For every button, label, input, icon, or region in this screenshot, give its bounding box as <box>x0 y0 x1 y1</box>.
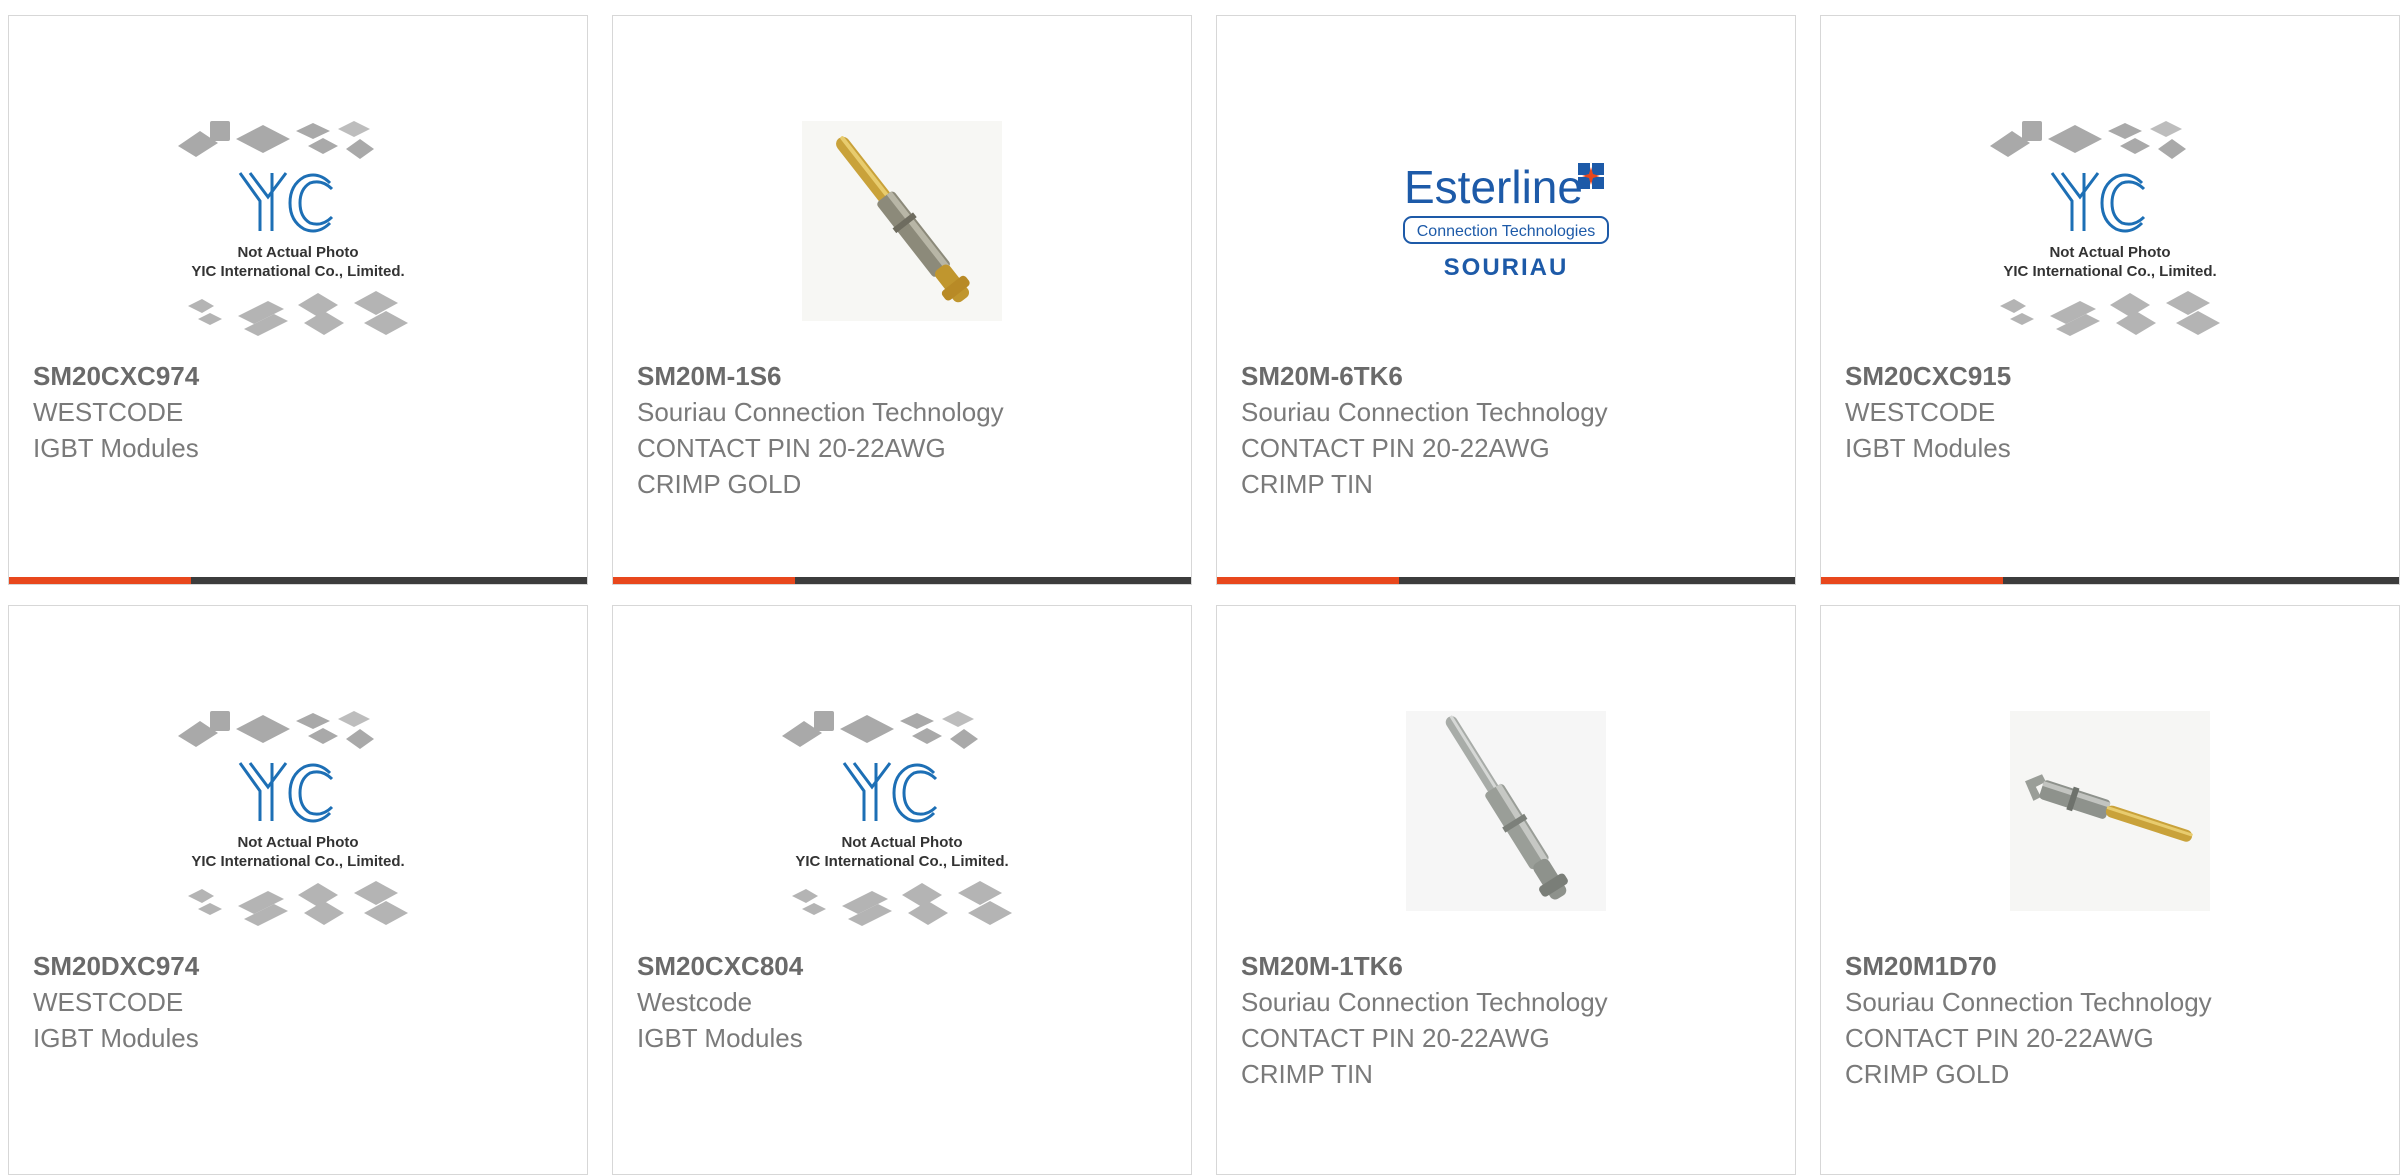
manufacturer: Souriau Connection Technology <box>1845 987 2212 1017</box>
gold-contact-pin-icon <box>802 121 1002 321</box>
manufacturer: Souriau Connection Technology <box>1241 397 1608 427</box>
placeholder-line2: YIC International Co., Limited. <box>795 853 1008 870</box>
product-info: SM20M-1TK6 Souriau Connection Technology… <box>1241 948 1775 1092</box>
description: CONTACT PIN 20-22AWG <box>1241 433 1550 463</box>
product-image: Not Actual Photo YIC International Co., … <box>1821 76 2399 366</box>
placeholder-line2: YIC International Co., Limited. <box>191 263 404 280</box>
description: IGBT Modules <box>637 1023 803 1053</box>
product-card[interactable]: Not Actual Photo YIC International Co., … <box>8 15 588 585</box>
product-info: SM20CXC804 Westcode IGBT Modules <box>637 948 1171 1056</box>
product-info: SM20CXC915 WESTCODE IGBT Modules <box>1845 358 2379 466</box>
description: CONTACT PIN 20-22AWG <box>1241 1023 1550 1053</box>
description: CONTACT PIN 20-22AWG <box>637 433 946 463</box>
manufacturer: Souriau Connection Technology <box>1241 987 1608 1017</box>
product-info: SM20M-1S6 Souriau Connection Technology … <box>637 358 1171 502</box>
part-number[interactable]: SM20DXC974 <box>33 948 567 984</box>
description: CONTACT PIN 20-22AWG <box>1845 1023 2154 1053</box>
yic-placeholder-icon: Not Actual Photo YIC International Co., … <box>1990 121 2220 336</box>
product-card[interactable]: Not Actual Photo YIC International Co., … <box>8 605 588 1175</box>
yic-placeholder-icon: Not Actual Photo YIC International Co., … <box>178 121 408 336</box>
product-image: Not Actual Photo YIC International Co., … <box>9 76 587 366</box>
card-accent <box>9 577 191 584</box>
product-info: SM20DXC974 WESTCODE IGBT Modules <box>33 948 567 1056</box>
product-card[interactable]: SM20M-1S6 Souriau Connection Technology … <box>612 15 1192 585</box>
card-accent <box>613 577 795 584</box>
product-card[interactable]: Not Actual Photo YIC International Co., … <box>612 605 1192 1175</box>
part-number[interactable]: SM20M1D70 <box>1845 948 2379 984</box>
product-info: SM20M1D70 Souriau Connection Technology … <box>1845 948 2379 1092</box>
product-image: Not Actual Photo YIC International Co., … <box>613 666 1191 956</box>
product-image: Esterline Connection Technologies SOURIA… <box>1217 76 1795 366</box>
esterline-sub: SOURIAU <box>1444 254 1569 281</box>
card-accent <box>1821 577 2003 584</box>
product-card[interactable]: SM20M1D70 Souriau Connection Technology … <box>1820 605 2400 1175</box>
product-grid: Not Actual Photo YIC International Co., … <box>8 15 2400 1175</box>
description-cont: CRIMP TIN <box>1241 1059 1373 1089</box>
esterline-logo: Esterline Connection Technologies SOURIA… <box>1403 161 1609 281</box>
product-info: SM20CXC974 WESTCODE IGBT Modules <box>33 358 567 466</box>
product-card[interactable]: Not Actual Photo YIC International Co., … <box>1820 15 2400 585</box>
gold-tip-contact-pin-icon <box>2010 711 2210 911</box>
description-cont: CRIMP GOLD <box>637 469 802 499</box>
product-image <box>1821 666 2399 956</box>
manufacturer: WESTCODE <box>1845 397 1996 427</box>
esterline-tagline: Connection Technologies <box>1417 223 1596 240</box>
part-number[interactable]: SM20CXC915 <box>1845 358 2379 394</box>
manufacturer: WESTCODE <box>33 987 184 1017</box>
manufacturer: Souriau Connection Technology <box>637 397 1004 427</box>
description-cont: CRIMP GOLD <box>1845 1059 2010 1089</box>
placeholder-line1: Not Actual Photo <box>841 834 962 851</box>
product-image <box>613 76 1191 366</box>
placeholder-line1: Not Actual Photo <box>237 244 358 261</box>
card-accent <box>1217 577 1399 584</box>
description: IGBT Modules <box>33 1023 199 1053</box>
placeholder-line1: Not Actual Photo <box>237 834 358 851</box>
tin-contact-pin-icon <box>1406 711 1606 911</box>
placeholder-line2: YIC International Co., Limited. <box>191 853 404 870</box>
description-cont: CRIMP TIN <box>1241 469 1373 499</box>
product-card[interactable]: SM20M-1TK6 Souriau Connection Technology… <box>1216 605 1796 1175</box>
product-image: Not Actual Photo YIC International Co., … <box>9 666 587 956</box>
placeholder-line1: Not Actual Photo <box>2049 244 2170 261</box>
part-number[interactable]: SM20M-1TK6 <box>1241 948 1775 984</box>
part-number[interactable]: SM20CXC974 <box>33 358 567 394</box>
description: IGBT Modules <box>33 433 199 463</box>
manufacturer: Westcode <box>637 987 753 1017</box>
placeholder-line2: YIC International Co., Limited. <box>2003 263 2216 280</box>
yic-placeholder-icon: Not Actual Photo YIC International Co., … <box>782 711 1012 926</box>
manufacturer: WESTCODE <box>33 397 184 427</box>
part-number[interactable]: SM20CXC804 <box>637 948 1171 984</box>
part-number[interactable]: SM20M-6TK6 <box>1241 358 1775 394</box>
description: IGBT Modules <box>1845 433 2011 463</box>
card-bottom-bar <box>1821 577 2399 584</box>
card-bottom-bar <box>1217 577 1795 584</box>
card-bottom-bar <box>613 577 1191 584</box>
product-image <box>1217 666 1795 956</box>
product-card[interactable]: Esterline Connection Technologies SOURIA… <box>1216 15 1796 585</box>
part-number[interactable]: SM20M-1S6 <box>637 358 1171 394</box>
card-bottom-bar <box>9 577 587 584</box>
product-info: SM20M-6TK6 Souriau Connection Technology… <box>1241 358 1775 502</box>
yic-placeholder-icon: Not Actual Photo YIC International Co., … <box>178 711 408 926</box>
esterline-brand: Esterline <box>1404 161 1583 213</box>
